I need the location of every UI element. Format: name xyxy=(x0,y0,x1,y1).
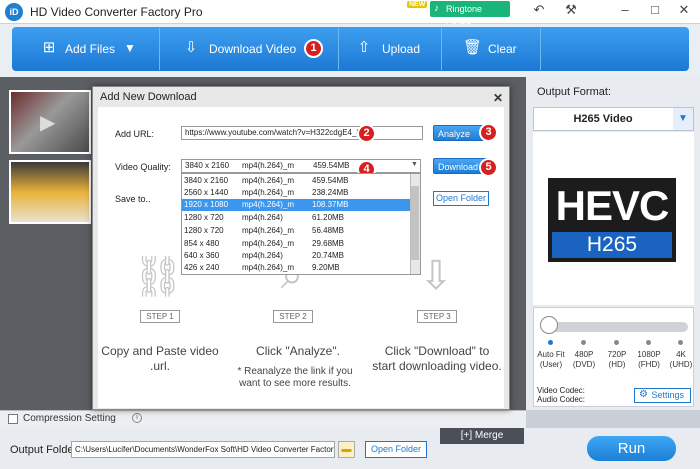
scrollbar-thumb[interactable] xyxy=(411,186,419,260)
upload-button[interactable]: Upload xyxy=(382,30,420,68)
step-marker-3: 3 xyxy=(479,123,498,142)
step-1-label: STEP 1 xyxy=(140,310,180,323)
add-url-label: Add URL: xyxy=(115,129,155,139)
app-title: HD Video Converter Factory Pro xyxy=(30,5,203,19)
step-marker-1: 1 xyxy=(304,39,323,58)
url-input[interactable]: https://www.youtube.com/watch?v=H322cdgE… xyxy=(181,126,423,140)
gear-icon: ⚙ xyxy=(639,389,648,400)
video-codec-label: Video Codec: xyxy=(537,386,585,395)
quality-level-auto[interactable]: Auto Fit (User) xyxy=(533,350,569,370)
open-folder-button[interactable]: Open Folder xyxy=(365,441,427,458)
quality-slider-track[interactable] xyxy=(543,322,688,332)
close-icon[interactable]: ✕ xyxy=(493,91,503,105)
dialog-open-folder-button[interactable]: Open Folder xyxy=(433,191,489,206)
video-thumbnail[interactable] xyxy=(9,160,91,224)
quality-selected-res: 3840 x 2160 xyxy=(185,161,230,170)
output-folder-label: Output Folder: xyxy=(10,444,81,456)
add-file-icon: ⊞ xyxy=(42,39,56,56)
quality-selected-size: 459.54MB xyxy=(313,161,350,170)
add-files-button[interactable]: Add Files xyxy=(65,30,115,68)
step-1-text: Copy and Paste video .url. xyxy=(101,344,219,373)
maximize-button[interactable]: □ xyxy=(641,1,669,19)
play-icon: ▶ xyxy=(40,112,56,134)
toolbar-divider xyxy=(159,28,160,70)
video-quality-label: Video Quality: xyxy=(115,162,171,172)
step-3-label: STEP 3 xyxy=(417,310,457,323)
quality-level-1080p[interactable]: 1080P (FHD) xyxy=(631,350,667,370)
trash-icon: 🗑 xyxy=(463,39,483,56)
new-badge: NEW xyxy=(407,1,428,8)
compression-label: Compression Setting xyxy=(23,413,116,424)
quality-level-4k[interactable]: 4K (UHD) xyxy=(663,350,699,370)
toolbar-divider xyxy=(540,28,541,70)
quality-dot[interactable] xyxy=(646,340,651,345)
undo-icon[interactable]: ↶ xyxy=(525,1,553,19)
quality-dot[interactable] xyxy=(548,340,553,345)
step-marker-2: 2 xyxy=(357,124,376,143)
quality-option-selected[interactable]: 1920 x 1080 mp4(h.264)_m 108.37MB xyxy=(182,199,410,211)
quality-level-480p[interactable]: 480P (DVD) xyxy=(566,350,602,370)
hevc-logo-text: HEVC xyxy=(555,182,670,229)
quality-option[interactable]: 640 x 360 mp4(h.264) 20.74MB xyxy=(182,250,410,262)
quality-dot[interactable] xyxy=(678,340,683,345)
step-3-text: Click "Download" to start downloading vi… xyxy=(372,344,502,373)
bell-icon: ♪ xyxy=(434,3,439,14)
quality-dot[interactable] xyxy=(614,340,619,345)
h265-logo-text: H265 xyxy=(552,232,672,258)
quality-option[interactable]: 3840 x 2160 mp4(h.264)_m 459.54MB xyxy=(182,175,410,187)
dialog-title: Add New Download xyxy=(100,91,197,103)
tools-icon[interactable]: ⚒ xyxy=(557,1,585,19)
quality-level-720p[interactable]: 720P (HD) xyxy=(599,350,635,370)
quality-option[interactable]: 2560 x 1440 mp4(h.264)_m 238.24MB xyxy=(182,187,410,199)
chevron-down-icon[interactable]: ▼ xyxy=(673,108,693,130)
ringtone-studio-button[interactable]: Ringtone Studio xyxy=(430,1,510,30)
run-button[interactable]: Run xyxy=(587,436,676,461)
link-icon: ⛓ xyxy=(132,255,184,299)
quality-option[interactable]: 854 x 480 mp4(h.264)_m 29.68MB xyxy=(182,238,410,250)
info-icon[interactable]: i xyxy=(132,413,142,423)
step-2-note: * Reanalyze the link if you want to see … xyxy=(237,366,353,389)
quality-selected-format: mp4(h.264)_m xyxy=(242,161,295,170)
output-folder-input[interactable]: C:\Users\Lucifer\Documents\WonderFox Sof… xyxy=(71,441,335,458)
step-2-label: STEP 2 xyxy=(273,310,313,323)
upload-icon: ⇧ xyxy=(357,39,371,56)
quality-dot[interactable] xyxy=(581,340,586,345)
quality-option[interactable]: 426 x 240 mp4(h.264)_m 9.20MB xyxy=(182,262,410,274)
download-icon: ⇩ xyxy=(184,39,198,56)
step-2-text: Click "Analyze". xyxy=(256,344,340,358)
toolbar-divider xyxy=(338,28,339,70)
app-logo: iD xyxy=(5,3,23,21)
chevron-down-icon[interactable]: ▼ xyxy=(121,38,139,58)
folder-icon[interactable]: ▬ xyxy=(338,441,355,458)
output-format-label: Output Format: xyxy=(537,86,611,98)
close-button[interactable]: ✕ xyxy=(670,1,698,19)
download-video-button[interactable]: Download Video xyxy=(209,30,296,68)
audio-codec-label: Audio Codec: xyxy=(537,395,586,404)
chevron-down-icon[interactable]: ▼ xyxy=(411,161,418,168)
minimize-button[interactable]: – xyxy=(611,1,639,19)
toolbar-divider xyxy=(441,28,442,70)
merge-icon: [+] xyxy=(460,430,475,441)
compression-checkbox[interactable] xyxy=(8,414,18,424)
quality-option[interactable]: 1280 x 720 mp4(h.264)_m 56.48MB xyxy=(182,225,410,237)
merge-button[interactable]: [+] Merge xyxy=(440,428,524,444)
quality-option[interactable]: 1280 x 720 mp4(h.264) 61.20MB xyxy=(182,212,410,224)
save-to-label: Save to.. xyxy=(115,194,151,204)
output-format-value: H265 Video xyxy=(573,113,633,125)
clear-button[interactable]: Clear xyxy=(488,30,517,68)
step-marker-5: 5 xyxy=(479,158,498,177)
quality-slider-handle[interactable] xyxy=(540,316,558,334)
